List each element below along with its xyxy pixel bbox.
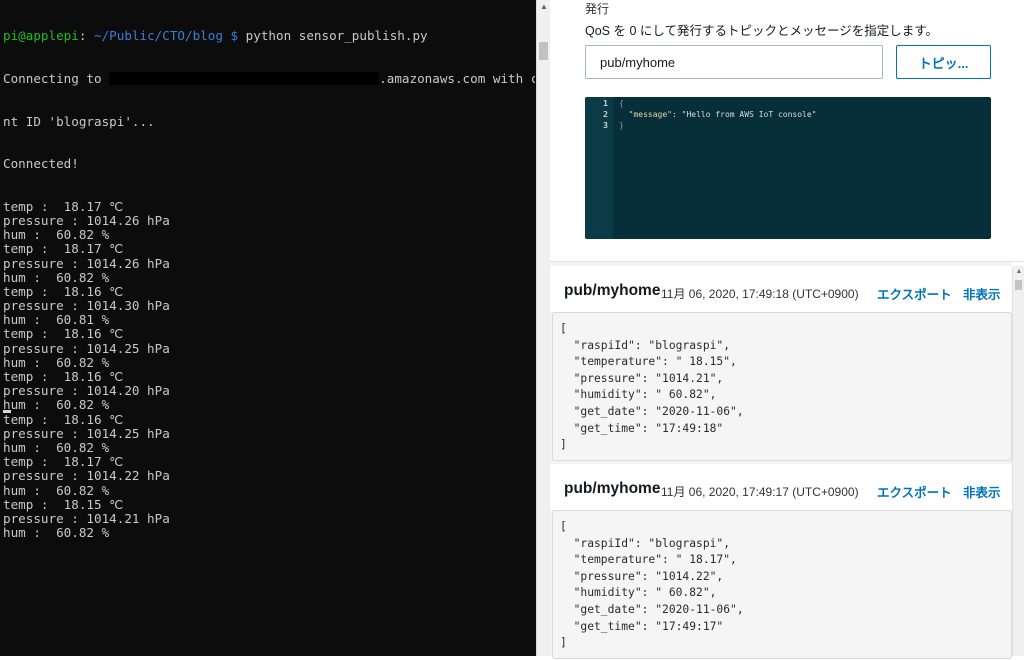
line-number: 1 [603, 99, 608, 108]
reading-hum-line: hum : 60.82 % [3, 440, 110, 455]
message-payload: [ "raspiId": "blograspi", "temperature":… [560, 322, 744, 452]
message-timestamp: 11月 06, 2020, 17:49:17 (UTC+0900) [661, 485, 859, 499]
reading-pressure-line: pressure : 1014.30 hPa [3, 299, 170, 314]
topic-input[interactable] [585, 45, 883, 79]
reading-temp-line: temp : 18.17 ℃ [3, 455, 124, 470]
terminal-prompt-line: pi@applepi: ~/Public/CTO/blog $ python s… [3, 29, 428, 44]
reading-pressure-line: pressure : 1014.26 hPa [3, 256, 170, 271]
message-topic: pub/myhome [564, 480, 661, 497]
message-header: pub/myhome 11月 06, 2020, 17:49:17 (UTC+0… [550, 464, 1012, 510]
reading-hum-line: hum : 60.82 % [3, 398, 110, 413]
message-topic: pub/myhome [564, 282, 661, 299]
redacted-endpoint [109, 72, 380, 85]
connected-line: Connected! [3, 157, 79, 172]
reading-temp-line: temp : 18.15 ℃ [3, 497, 124, 512]
prompt-user: pi@applepi [3, 29, 79, 44]
message-list: pub/myhome 11月 06, 2020, 17:49:18 (UTC+0… [550, 262, 1012, 659]
terminal-cursor [3, 410, 11, 413]
message-editor[interactable]: 1 2 3 { "message": "Hello from AWS IoT c… [585, 97, 991, 239]
message-payload: [ "raspiId": "blograspi", "temperature":… [560, 520, 744, 650]
message-payload-box: [ "raspiId": "blograspi", "temperature":… [552, 510, 1012, 659]
publish-description: QoS を 0 にして発行するトピックとメッセージを指定します。 [585, 24, 939, 38]
line-number: 3 [603, 121, 608, 130]
editor-line-3: } [619, 121, 624, 130]
message-header: pub/myhome 11月 06, 2020, 17:49:18 (UTC+0… [550, 266, 1012, 312]
client-id-line: nt ID 'blograspi'... [3, 114, 155, 129]
terminal-scrollbar[interactable]: ▲ [536, 0, 550, 656]
reading-hum-line: hum : 60.82 % [3, 355, 110, 370]
message-card: pub/myhome 11月 06, 2020, 17:49:18 (UTC+0… [550, 266, 1012, 462]
reading-hum-line: hum : 60.82 % [3, 526, 110, 541]
reading-pressure-line: pressure : 1014.21 hPa [3, 511, 170, 526]
reading-temp-line: temp : 18.17 ℃ [3, 199, 124, 214]
prompt-path: ~/Public/CTO/blog $ [94, 29, 239, 44]
sensor-readings: temp : 18.17 ℃ pressure : 1014.26 hPa hum … [3, 200, 535, 541]
reading-pressure-line: pressure : 1014.25 hPa [3, 426, 170, 441]
export-link[interactable]: エクスポート [877, 284, 952, 303]
reading-pressure-line: pressure : 1014.22 hPa [3, 469, 170, 484]
reading-hum-line: hum : 60.81 % [3, 313, 110, 328]
editor-line-2: "message": "Hello from AWS IoT console" [628, 110, 817, 119]
terminal-scroll-thumb[interactable] [539, 42, 548, 60]
hide-link[interactable]: 非表示 [963, 284, 1001, 303]
reading-temp-line: temp : 18.16 ℃ [3, 412, 124, 427]
reading-pressure-line: pressure : 1014.20 hPa [3, 384, 170, 399]
publish-section: 発行 QoS を 0 にして発行するトピックとメッセージを指定します。 トピッ.… [550, 0, 1024, 262]
scroll-up-icon[interactable]: ▲ [537, 0, 551, 14]
hide-link[interactable]: 非表示 [963, 482, 1001, 501]
reading-hum-line: hum : 60.82 % [3, 270, 110, 285]
message-timestamp: 11月 06, 2020, 17:49:18 (UTC+0900) [661, 287, 859, 301]
reading-hum-line: hum : 60.82 % [3, 483, 110, 498]
publish-topic-button[interactable]: トピッ... [896, 45, 991, 79]
reading-hum-line: hum : 60.82 % [3, 228, 110, 243]
reading-pressure-line: pressure : 1014.26 hPa [3, 213, 170, 228]
prompt-command: python sensor_publish.py [238, 29, 428, 44]
messages-scrollbar[interactable]: ▲ [1012, 266, 1024, 656]
reading-temp-line: temp : 18.16 ℃ [3, 327, 124, 342]
messages-scroll-thumb[interactable] [1015, 280, 1022, 290]
line-number: 2 [603, 110, 608, 119]
message-payload-box: [ "raspiId": "blograspi", "temperature":… [552, 312, 1012, 461]
export-link[interactable]: エクスポート [877, 482, 952, 501]
scroll-up-icon[interactable]: ▲ [1013, 266, 1024, 278]
reading-pressure-line: pressure : 1014.25 hPa [3, 341, 170, 356]
message-card: pub/myhome 11月 06, 2020, 17:49:17 (UTC+0… [550, 464, 1012, 660]
publish-title: 発行 [585, 2, 610, 16]
connecting-line: Connecting to .amazonaws.com with clie [3, 72, 535, 86]
editor-line-1: { [619, 99, 624, 108]
reading-temp-line: temp : 18.16 ℃ [3, 370, 124, 385]
terminal-window[interactable]: pi@applepi: ~/Public/CTO/blog $ python s… [0, 0, 536, 656]
reading-temp-line: temp : 18.16 ℃ [3, 284, 124, 299]
terminal-output: pi@applepi: ~/Public/CTO/blog $ python s… [3, 1, 535, 569]
reading-temp-line: temp : 18.17 ℃ [3, 242, 124, 257]
